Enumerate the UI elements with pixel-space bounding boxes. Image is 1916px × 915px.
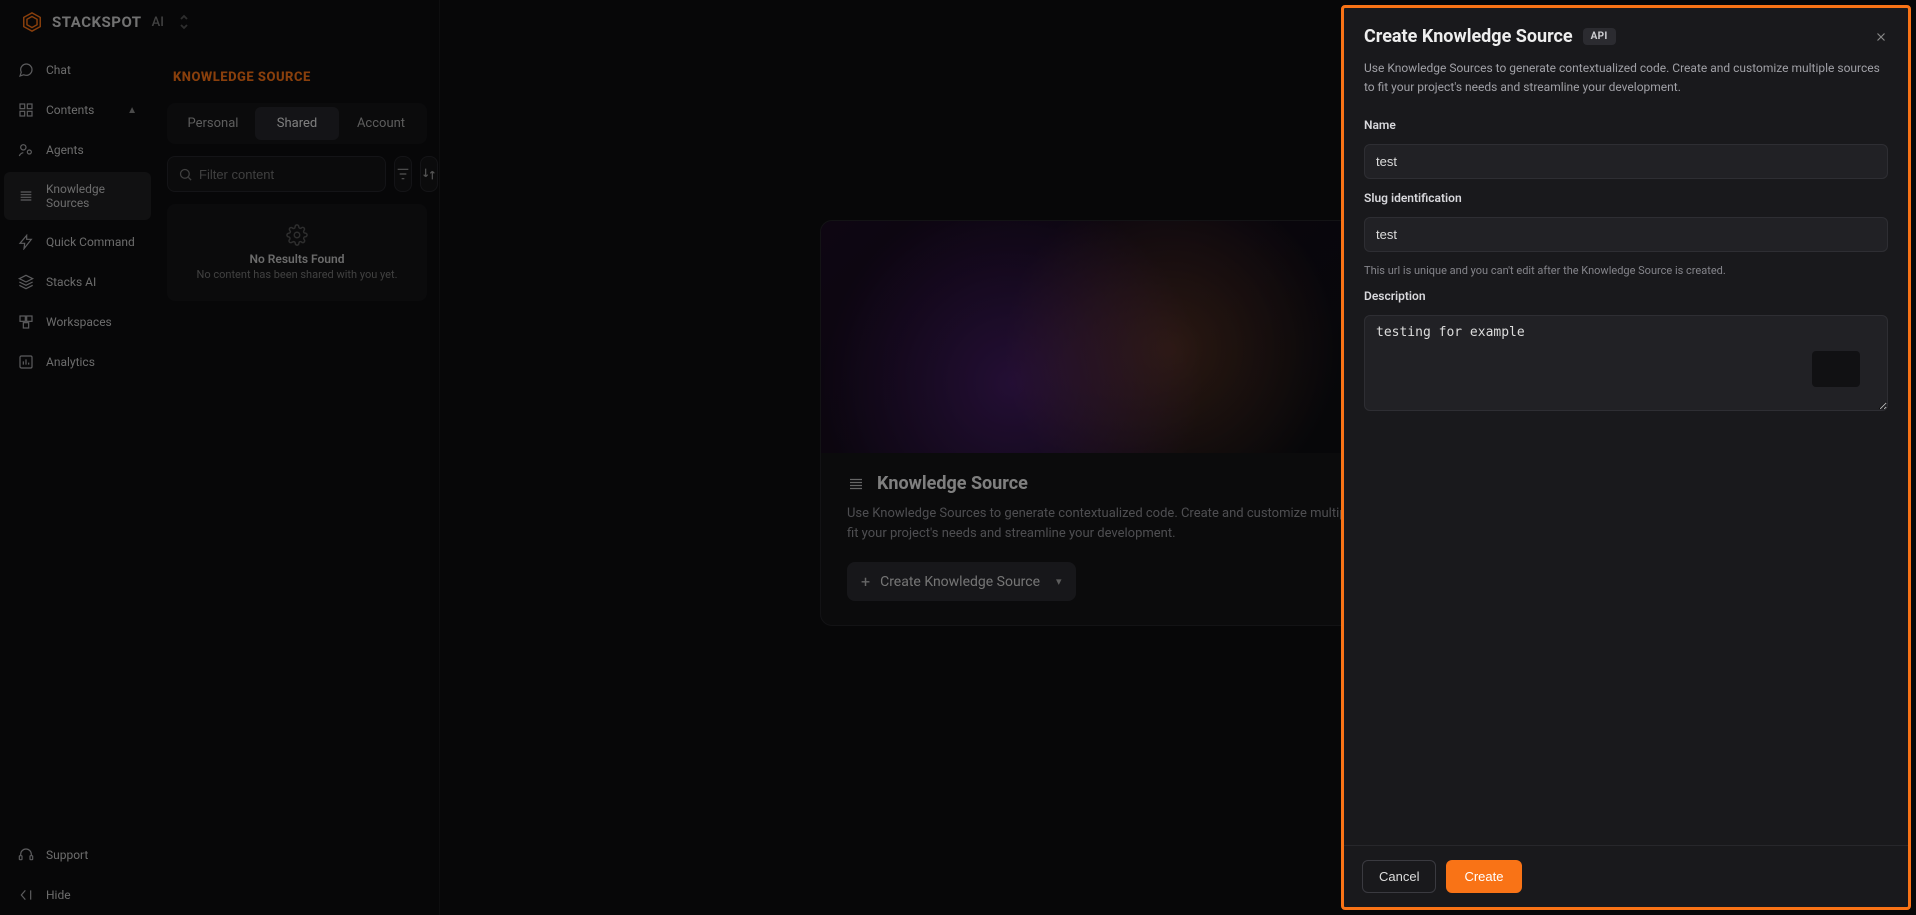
description-input[interactable] (1364, 315, 1888, 411)
slug-label: Slug identification (1364, 191, 1888, 205)
description-label: Description (1364, 289, 1888, 303)
panel-subtitle: Use Knowledge Sources to generate contex… (1364, 59, 1888, 96)
create-button[interactable]: Create (1446, 860, 1521, 893)
api-badge: API (1583, 28, 1616, 45)
create-panel: Create Knowledge Source API Use Knowledg… (1341, 5, 1911, 910)
slug-help: This url is unique and you can't edit af… (1364, 264, 1888, 277)
resize-handle[interactable] (1812, 351, 1860, 387)
close-icon[interactable] (1874, 30, 1888, 44)
cancel-button[interactable]: Cancel (1362, 860, 1436, 893)
name-label: Name (1364, 118, 1888, 132)
slug-input[interactable] (1364, 217, 1888, 252)
panel-title: Create Knowledge Source (1364, 26, 1573, 47)
name-input[interactable] (1364, 144, 1888, 179)
